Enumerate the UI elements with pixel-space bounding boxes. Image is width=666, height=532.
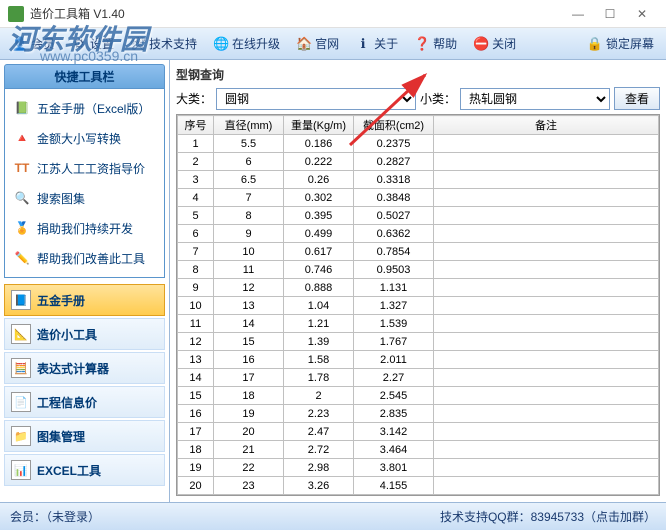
lock-button[interactable]: 🔒锁定屏幕 <box>580 32 661 55</box>
website-button[interactable]: 🏠官网 <box>289 32 346 55</box>
home-icon: 🏠 <box>296 36 312 52</box>
col-header[interactable]: 截面积(cm2) <box>354 116 434 135</box>
techsupport-button[interactable]: 🛠技术支持 <box>123 32 204 55</box>
table-row[interactable]: 260.2220.2827 <box>178 153 659 171</box>
ruler-icon: 📐 <box>11 324 31 344</box>
filter-bar: 大类： 圆钢 小类： 热轧圆钢 查看 <box>176 87 660 110</box>
shortcut-list: 📗五金手册（Excel版） 🔺金额大小写转换 TT江苏人工工资指导价 🔍搜索图集… <box>4 89 165 278</box>
nav-cost-tools[interactable]: 📐造价小工具 <box>4 318 165 350</box>
app-icon <box>8 6 24 22</box>
table-row[interactable]: 15.50.1860.2375 <box>178 135 659 153</box>
gear-icon: ⚙ <box>71 36 87 52</box>
table-row[interactable]: 9120.8881.131 <box>178 279 659 297</box>
titlebar: 造价工具箱 V1.40 — ☐ ✕ <box>0 0 666 28</box>
close-button[interactable]: ✕ <box>626 3 658 25</box>
statusbar: 会员：（未登录） 技术支持QQ群：83945733（点击加群） <box>0 502 666 530</box>
table-row[interactable]: 20233.264.155 <box>178 477 659 495</box>
col-header[interactable]: 直径(mm) <box>214 116 284 135</box>
globe-icon: 🌐 <box>213 36 229 52</box>
view-button[interactable]: 查看 <box>614 87 660 110</box>
minimize-button[interactable]: — <box>562 3 594 25</box>
settings-button[interactable]: ⚙设置 <box>64 32 121 55</box>
table-row[interactable]: 10131.041.327 <box>178 297 659 315</box>
about-button[interactable]: ℹ关于 <box>348 32 405 55</box>
book-icon: 📘 <box>11 290 31 310</box>
col-header[interactable]: 序号 <box>178 116 214 135</box>
nav-atlas-manage[interactable]: 📁图集管理 <box>4 420 165 452</box>
search-icon: 🔍 <box>13 189 31 207</box>
col-header[interactable]: 重量(Kg/m) <box>284 116 354 135</box>
nav-excel-tools[interactable]: 📊EXCEL工具 <box>4 454 165 486</box>
shortcut-hardware-manual[interactable]: 📗五金手册（Excel版） <box>9 93 160 123</box>
person-icon: 👤 <box>12 36 28 52</box>
sheet-icon: 📄 <box>11 392 31 412</box>
close-icon: ⛔ <box>473 36 489 52</box>
shortcut-donate[interactable]: 🏅捐助我们持续开发 <box>9 213 160 243</box>
nav-hardware-manual[interactable]: 📘五金手册 <box>4 284 165 316</box>
table-row[interactable]: 8110.7460.9503 <box>178 261 659 279</box>
convert-icon: 🔺 <box>13 129 31 147</box>
subcategory-label: 小类： <box>420 90 456 107</box>
table-row[interactable]: 580.3950.5027 <box>178 207 659 225</box>
nav-list: 📘五金手册 📐造价小工具 🧮表达式计算器 📄工程信息价 📁图集管理 📊EXCEL… <box>4 284 165 486</box>
shortcut-amount-convert[interactable]: 🔺金额大小写转换 <box>9 123 160 153</box>
sidebar: 快捷工具栏 📗五金手册（Excel版） 🔺金额大小写转换 TT江苏人工工资指导价… <box>0 60 170 502</box>
maximize-button[interactable]: ☐ <box>594 3 626 25</box>
data-table: 序号直径(mm)重量(Kg/m)截面积(cm2)备注 15.50.1860.23… <box>177 115 659 495</box>
close-app-button[interactable]: ⛔关闭 <box>466 32 523 55</box>
table-row[interactable]: 690.4990.6362 <box>178 225 659 243</box>
shortcut-jiangsu-wage[interactable]: TT江苏人工工资指导价 <box>9 153 160 183</box>
window-title: 造价工具箱 V1.40 <box>30 5 562 22</box>
qq-group-link[interactable]: 技术支持QQ群：83945733（点击加群） <box>440 508 656 525</box>
table-row[interactable]: 11141.211.539 <box>178 315 659 333</box>
excel2-icon: 📊 <box>11 460 31 480</box>
excel-icon: 📗 <box>13 99 31 117</box>
table-row[interactable]: 14171.782.27 <box>178 369 659 387</box>
query-title: 型钢查询 <box>176 66 660 83</box>
category-label: 大类： <box>176 90 212 107</box>
data-table-container[interactable]: 序号直径(mm)重量(Kg/m)截面积(cm2)备注 15.50.1860.23… <box>176 114 660 496</box>
calc-icon: 🧮 <box>11 358 31 378</box>
nav-price-info[interactable]: 📄工程信息价 <box>4 386 165 418</box>
table-row[interactable]: 17202.473.142 <box>178 423 659 441</box>
category-select[interactable]: 圆钢 <box>216 88 416 110</box>
donate-icon: 🏅 <box>13 219 31 237</box>
toolbar: 👤会员 ⚙设置 🛠技术支持 🌐在线升级 🏠官网 ℹ关于 ❓帮助 ⛔关闭 🔒锁定屏… <box>0 28 666 60</box>
edit-icon: ✏️ <box>13 249 31 267</box>
table-row[interactable]: 151822.545 <box>178 387 659 405</box>
help-icon: ❓ <box>414 36 430 52</box>
table-row[interactable]: 13161.582.011 <box>178 351 659 369</box>
shortcut-improve[interactable]: ✏️帮助我们改善此工具 <box>9 243 160 273</box>
shortcut-search-atlas[interactable]: 🔍搜索图集 <box>9 183 160 213</box>
table-row[interactable]: 36.50.260.3318 <box>178 171 659 189</box>
table-row[interactable]: 16192.232.835 <box>178 405 659 423</box>
lock-icon: 🔒 <box>587 36 603 52</box>
help-button[interactable]: ❓帮助 <box>407 32 464 55</box>
folder-icon: 📁 <box>11 426 31 446</box>
info-icon: ℹ <box>355 36 371 52</box>
table-row[interactable]: 12151.391.767 <box>178 333 659 351</box>
table-row[interactable]: 18212.723.464 <box>178 441 659 459</box>
member-button[interactable]: 👤会员 <box>5 32 62 55</box>
shortcut-panel-title: 快捷工具栏 <box>4 64 165 89</box>
table-row[interactable]: 7100.6170.7854 <box>178 243 659 261</box>
col-header[interactable]: 备注 <box>434 116 659 135</box>
support-icon: 🛠 <box>130 36 146 52</box>
member-status: 会员：（未登录） <box>10 508 100 525</box>
text-icon: TT <box>13 159 31 177</box>
table-row[interactable]: 19222.983.801 <box>178 459 659 477</box>
content-area: 型钢查询 大类： 圆钢 小类： 热轧圆钢 查看 序号直径(mm)重量(Kg/m)… <box>170 60 666 502</box>
upgrade-button[interactable]: 🌐在线升级 <box>206 32 287 55</box>
subcategory-select[interactable]: 热轧圆钢 <box>460 88 610 110</box>
nav-calculator[interactable]: 🧮表达式计算器 <box>4 352 165 384</box>
table-row[interactable]: 470.3020.3848 <box>178 189 659 207</box>
